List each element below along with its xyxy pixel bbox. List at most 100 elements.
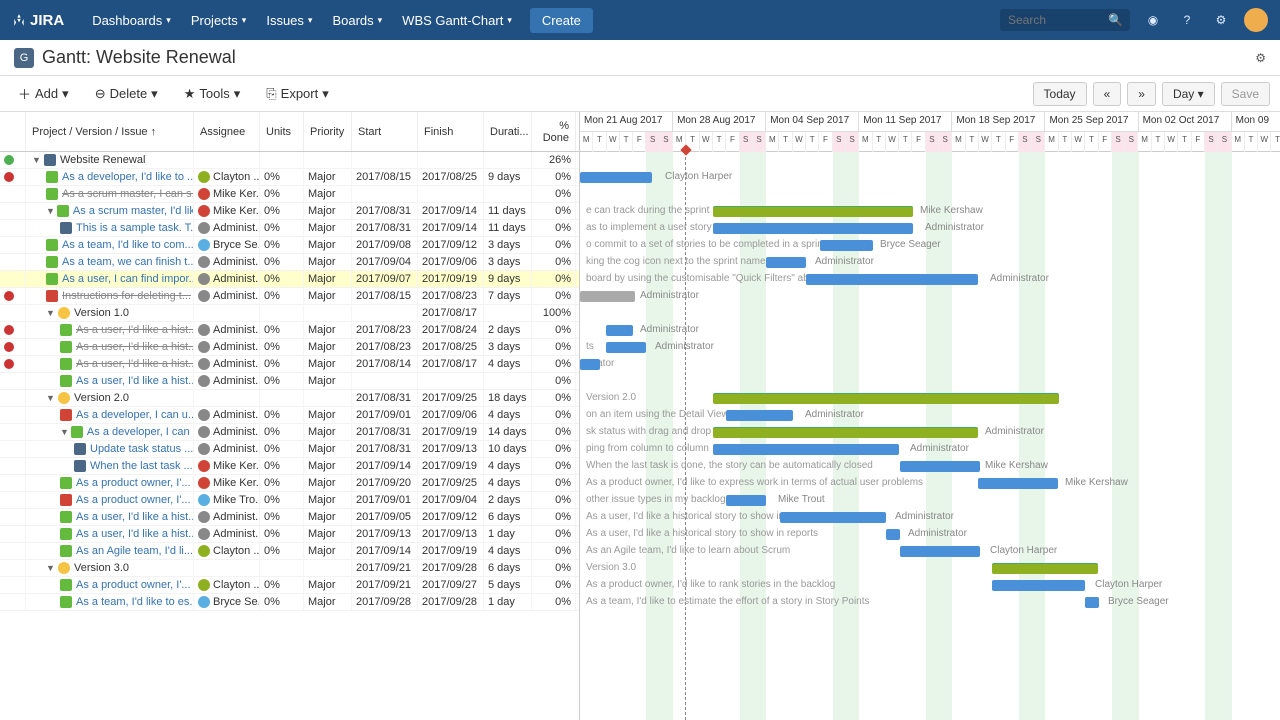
nav-issues[interactable]: Issues▾	[256, 0, 322, 40]
gantt-bar[interactable]	[713, 223, 913, 234]
gantt-bar[interactable]	[900, 546, 980, 557]
assignee-avatar	[198, 273, 210, 285]
gantt-bar[interactable]	[713, 444, 899, 455]
task-row[interactable]: Instructions for deleting t...Administ..…	[0, 288, 579, 305]
task-row[interactable]: When the last task ...Mike Ker...0%Major…	[0, 458, 579, 475]
jira-logo[interactable]: JIRA	[12, 12, 64, 29]
zoom-select[interactable]: Day ▾	[1162, 82, 1215, 106]
gantt-bar[interactable]	[726, 410, 793, 421]
gantt-bar[interactable]	[900, 461, 980, 472]
create-button[interactable]: Create	[530, 8, 593, 33]
tools-button[interactable]: ★Tools▾	[176, 82, 249, 106]
gantt-bar[interactable]	[580, 172, 652, 183]
expand-icon[interactable]: ▼	[46, 393, 56, 403]
gantt-bar[interactable]	[806, 274, 978, 285]
next-button[interactable]: »	[1127, 82, 1156, 106]
gantt-bar[interactable]	[1085, 597, 1099, 608]
col-done[interactable]: % Done	[532, 112, 576, 151]
grid-body: ▼Website Renewal26%As a developer, I'd l…	[0, 152, 579, 611]
task-row[interactable]: As a user, I'd like a hist...Administ...…	[0, 373, 579, 390]
user-avatar[interactable]	[1244, 8, 1268, 32]
gantt-bar[interactable]	[580, 291, 635, 302]
gantt-bar[interactable]	[780, 512, 886, 523]
task-row[interactable]: As a user, I'd like a hist...Administ...…	[0, 509, 579, 526]
task-row[interactable]: Update task status ...Administ...0%Major…	[0, 441, 579, 458]
task-row[interactable]: As a team, I'd like to com...Bryce Se...…	[0, 237, 579, 254]
gantt-bar[interactable]	[606, 342, 646, 353]
task-row[interactable]: As a product owner, I'...Clayton ...0%Ma…	[0, 577, 579, 594]
task-row[interactable]: This is a sample task. T...Administ...0%…	[0, 220, 579, 237]
task-row[interactable]: As a developer, I'd like to ...Clayton .…	[0, 169, 579, 186]
gantt-bar[interactable]	[713, 206, 913, 217]
expand-icon[interactable]: ▼	[46, 308, 56, 318]
week-header: Mon 11 Sep 2017	[859, 112, 952, 132]
search-box[interactable]: 🔍	[1000, 9, 1130, 31]
search-icon: 🔍	[1108, 13, 1123, 27]
notifications-icon[interactable]: ◉	[1142, 9, 1164, 31]
gantt-bar[interactable]	[713, 427, 978, 438]
col-assignee[interactable]: Assignee	[194, 112, 260, 151]
task-row[interactable]: As a user, I'd like a hist...Administ...…	[0, 322, 579, 339]
export-button[interactable]: ⎘Export▾	[258, 82, 337, 106]
nav-boards[interactable]: Boards▾	[322, 0, 392, 40]
add-button[interactable]: ＋Add▾	[10, 80, 77, 107]
task-row[interactable]: ▼Website Renewal26%	[0, 152, 579, 169]
col-name[interactable]: Project / Version / Issue ↑	[26, 112, 194, 151]
gantt-body[interactable]: Clayton Harpere can track during the spr…	[580, 152, 1280, 720]
story-icon	[46, 171, 58, 183]
proj-icon	[44, 154, 56, 166]
save-button[interactable]: Save	[1221, 82, 1270, 106]
assignee-avatar	[198, 358, 210, 370]
gantt-bar[interactable]	[978, 478, 1058, 489]
col-priority[interactable]: Priority	[304, 112, 352, 151]
task-row[interactable]: As a product owner, I'...Mike Ker...0%Ma…	[0, 475, 579, 492]
settings-icon[interactable]: ⚙	[1210, 9, 1232, 31]
task-row[interactable]: As a team, we can finish t...Administ...…	[0, 254, 579, 271]
task-row[interactable]: ▼Version 1.02017/08/17100%	[0, 305, 579, 322]
gantt-bar[interactable]	[992, 580, 1085, 591]
gantt-chart[interactable]: Mon 21 Aug 2017Mon 28 Aug 2017Mon 04 Sep…	[580, 112, 1280, 720]
search-input[interactable]	[1008, 13, 1108, 27]
nav-wbs gantt-chart[interactable]: WBS Gantt-Chart▾	[392, 0, 522, 40]
gantt-bar[interactable]	[606, 325, 633, 336]
gantt-bar[interactable]	[766, 257, 806, 268]
nav-projects[interactable]: Projects▾	[181, 0, 257, 40]
help-icon[interactable]: ?	[1176, 9, 1198, 31]
task-row[interactable]: As a user, I'd like a hist...Administ...…	[0, 339, 579, 356]
task-row[interactable]: ▼Version 2.02017/08/312017/09/2518 days0…	[0, 390, 579, 407]
expand-icon[interactable]: ▼	[46, 563, 56, 573]
task-row[interactable]: As a team, I'd like to es...Bryce Se...0…	[0, 594, 579, 611]
task-row[interactable]: ▼Version 3.02017/09/212017/09/286 days0%	[0, 560, 579, 577]
gantt-bar[interactable]	[820, 240, 873, 251]
gantt-bar[interactable]	[580, 359, 600, 370]
task-row[interactable]: ▼As a scrum master, I'd like ...Mike Ker…	[0, 203, 579, 220]
expand-icon[interactable]: ▼	[46, 206, 55, 216]
col-duration[interactable]: Durati...	[484, 112, 532, 151]
story-icon	[46, 256, 58, 268]
nav-dashboards[interactable]: Dashboards▾	[82, 0, 181, 40]
expand-icon[interactable]: ▼	[60, 427, 69, 437]
prev-button[interactable]: «	[1093, 82, 1122, 106]
task-row[interactable]: As a scrum master, I can s...Mike Ker...…	[0, 186, 579, 203]
gantt-bar[interactable]	[886, 529, 900, 540]
task-row[interactable]: ▼As a developer, I can u...Administ...0%…	[0, 424, 579, 441]
story-icon	[46, 239, 58, 251]
today-button[interactable]: Today	[1033, 82, 1087, 106]
task-row[interactable]: As a developer, I can u...Administ...0%M…	[0, 407, 579, 424]
story-icon	[60, 579, 72, 591]
task-row[interactable]: As an Agile team, I'd li...Clayton ...0%…	[0, 543, 579, 560]
delete-button[interactable]: ⊖Delete▾	[87, 82, 166, 106]
col-units[interactable]: Units	[260, 112, 304, 151]
gantt-bar[interactable]	[726, 495, 766, 506]
story-icon	[60, 596, 72, 608]
page-settings-icon[interactable]: ⚙	[1255, 51, 1266, 65]
task-row[interactable]: As a user, I'd like a hist...Administ...…	[0, 356, 579, 373]
gantt-bar[interactable]	[992, 563, 1098, 574]
expand-icon[interactable]: ▼	[32, 155, 42, 165]
col-start[interactable]: Start	[352, 112, 418, 151]
col-finish[interactable]: Finish	[418, 112, 484, 151]
gantt-bar[interactable]	[713, 393, 1059, 404]
task-row[interactable]: As a user, I'd like a hist...Administ...…	[0, 526, 579, 543]
task-row[interactable]: As a product owner, I'...Mike Tro...0%Ma…	[0, 492, 579, 509]
task-row[interactable]: As a user, I can find impor...Administ..…	[0, 271, 579, 288]
